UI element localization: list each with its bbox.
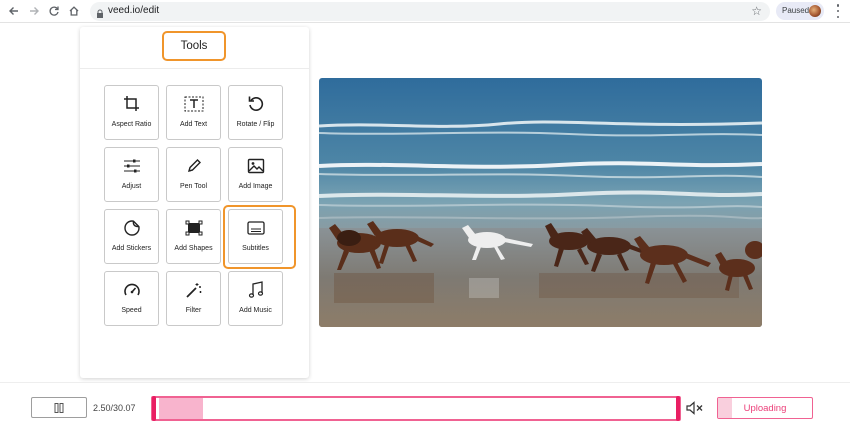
tool-aspect-ratio[interactable]: Aspect Ratio [104, 85, 159, 140]
tool-speed[interactable]: Speed [104, 271, 159, 326]
tool-label: Add Stickers [111, 245, 152, 252]
tool-label: Add Music [239, 307, 272, 314]
timeline-start-handle[interactable] [152, 396, 156, 421]
tool-label: Aspect Ratio [111, 121, 152, 128]
profile-button[interactable]: Paused [776, 2, 824, 20]
tool-label: Add Image [238, 183, 273, 190]
tool-add-image[interactable]: Add Image [228, 147, 283, 202]
tool-adjust[interactable]: Adjust [104, 147, 159, 202]
timeline-scrubber[interactable] [151, 396, 681, 421]
tools-panel-header: Tools [80, 27, 309, 69]
video-preview[interactable] [319, 78, 762, 327]
playback-bar: 2.50/30.07 Uploading [0, 382, 850, 432]
address-bar[interactable]: veed.io/edit ☆ [90, 2, 770, 21]
tool-label: Add Shapes [174, 245, 213, 252]
sticker-icon [105, 218, 158, 238]
home-icon[interactable] [66, 3, 82, 19]
crop-icon [105, 94, 158, 114]
tool-label: Rotate / Flip [236, 121, 275, 128]
lock-icon [96, 6, 104, 24]
video-frame-horses-on-beach [319, 78, 762, 327]
playback-time: 2.50/30.07 [93, 403, 136, 413]
tool-add-music[interactable]: Add Music [228, 271, 283, 326]
tools-title: Tools [162, 31, 226, 61]
tool-label: Add Text [179, 121, 208, 128]
play-pause-button[interactable] [31, 397, 87, 418]
tool-pen[interactable]: Pen Tool [166, 147, 221, 202]
magic-wand-icon [167, 280, 220, 300]
tool-filter[interactable]: Filter [166, 271, 221, 326]
timeline-end-handle[interactable] [676, 396, 680, 421]
music-icon [229, 280, 282, 300]
uploading-label: Uploading [743, 403, 787, 414]
image-icon [229, 156, 282, 176]
tool-rotate-flip[interactable]: Rotate / Flip [228, 85, 283, 140]
tool-add-text[interactable]: Add Text [166, 85, 221, 140]
browser-menu-icon[interactable] [832, 4, 844, 18]
back-icon[interactable] [6, 3, 22, 19]
mute-icon[interactable] [686, 401, 704, 415]
forward-icon[interactable] [26, 3, 42, 19]
tool-add-stickers[interactable]: Add Stickers [104, 209, 159, 264]
browser-toolbar: veed.io/edit ☆ Paused [0, 0, 850, 23]
text-icon [167, 94, 220, 114]
tool-label: Adjust [121, 183, 142, 190]
tool-label: Filter [185, 307, 202, 314]
tool-label: Pen Tool [179, 183, 208, 190]
tools-panel: Tools Aspect Ratio Add Text Rotate / Fli… [80, 27, 309, 378]
reload-icon[interactable] [46, 3, 62, 19]
tool-add-shapes[interactable]: Add Shapes [166, 209, 221, 264]
uploading-button[interactable]: Uploading [717, 397, 813, 419]
profile-status: Paused [782, 6, 810, 15]
bookmark-star-icon[interactable]: ☆ [751, 4, 762, 18]
avatar [809, 5, 821, 17]
subtitles-highlight [223, 205, 296, 269]
timeline-progress [159, 398, 203, 419]
pen-icon [167, 156, 220, 176]
url-text: veed.io/edit [108, 5, 160, 16]
speedometer-icon [105, 280, 158, 300]
sliders-icon [105, 156, 158, 176]
tool-label: Speed [121, 307, 142, 314]
shapes-icon [167, 218, 220, 238]
rotate-icon [229, 94, 282, 114]
pause-icon [54, 402, 64, 413]
